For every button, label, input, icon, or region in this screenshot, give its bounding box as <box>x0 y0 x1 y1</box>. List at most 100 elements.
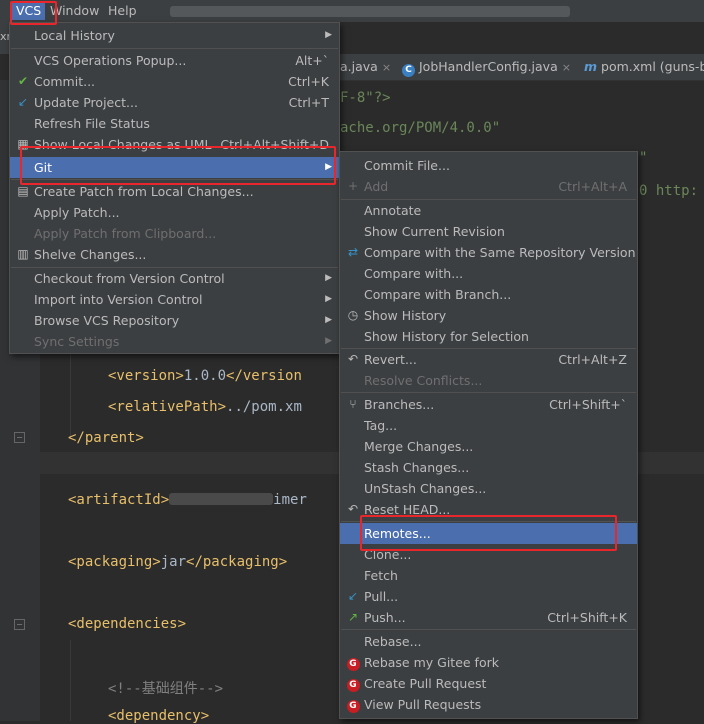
vcs-menu: Local History ▶ VCS Operations Popup... Al… <box>9 22 340 354</box>
menu-item-label: Push... <box>364 610 406 625</box>
shelve-icon: ▥ <box>17 247 29 261</box>
menu-item-label: Refresh File Status <box>34 116 150 131</box>
indent-guide <box>70 640 71 721</box>
menu-item-shelve-changes[interactable]: ▥ Shelve Changes... <box>10 244 339 265</box>
xml-text: imer <box>273 492 307 508</box>
menu-help[interactable]: Help <box>104 2 141 20</box>
menu-item-apply-patch[interactable]: Apply Patch... <box>10 202 339 223</box>
shortcut-label: Ctrl+Shift+` <box>549 397 627 412</box>
menu-item-commit[interactable]: ✔ Commit... Ctrl+K <box>10 71 339 92</box>
tab-java-partial[interactable]: a.java × <box>340 54 391 80</box>
close-icon[interactable]: × <box>562 61 571 74</box>
menu-item-label: Revert... <box>364 352 417 367</box>
menu-item-label: Create Pull Request <box>364 676 487 691</box>
menu-item-rebase-gitee-fork[interactable]: G Rebase my Gitee fork <box>340 652 637 673</box>
menu-item-label: Import into Version Control <box>34 292 203 307</box>
shortcut-label: Ctrl+K <box>288 74 329 89</box>
highlight-box-git <box>20 146 336 185</box>
indent-guide <box>70 350 71 438</box>
menu-item-vcs-operations-popup[interactable]: VCS Operations Popup... Alt+` <box>10 50 339 71</box>
menu-item-label: Rebase... <box>364 634 422 649</box>
menu-item-label: Tag... <box>364 418 398 433</box>
menu-item-rebase[interactable]: Rebase... <box>340 631 637 652</box>
menu-item-label: Show History <box>364 308 447 323</box>
menu-item-show-history[interactable]: ◷ Show History <box>340 305 637 326</box>
fold-marker-icon[interactable]: − <box>14 432 25 443</box>
menu-item-create-pull-request[interactable]: G Create Pull Request <box>340 673 637 694</box>
tab-label: pom.xml (guns-ba <box>601 59 704 74</box>
menu-item-compare-with[interactable]: Compare with... <box>340 263 637 284</box>
menu-item-view-pull-requests[interactable]: G View Pull Requests <box>340 694 637 715</box>
xml-tag: <relativePath> <box>108 399 227 415</box>
menu-item-label: Shelve Changes... <box>34 247 147 262</box>
menu-item-label: Browse VCS Repository <box>34 313 180 328</box>
blurred-title <box>170 6 570 17</box>
menu-separator <box>11 48 338 49</box>
plus-icon: + <box>347 179 359 193</box>
menu-item-stash-changes[interactable]: Stash Changes... <box>340 457 637 478</box>
menu-item-label: Add <box>364 179 389 194</box>
tab-pom-xml[interactable]: m pom.xml (guns-ba <box>584 54 704 80</box>
menu-item-import[interactable]: Import into Version Control ▶ <box>10 289 339 310</box>
menu-item-compare-with-branch[interactable]: Compare with Branch... <box>340 284 637 305</box>
push-arrow-icon: ↗ <box>347 610 359 624</box>
submenu-arrow-icon: ▶ <box>325 336 332 346</box>
menu-separator <box>341 392 636 393</box>
submenu-arrow-icon: ▶ <box>325 273 332 283</box>
menu-item-fetch[interactable]: Fetch <box>340 565 637 586</box>
menu-item-push[interactable]: ↗ Push... Ctrl+Shift+K <box>340 607 637 628</box>
menu-item-apply-patch-clipboard[interactable]: Apply Patch from Clipboard... <box>10 223 339 244</box>
compare-arrows-icon: ⇄ <box>347 245 359 259</box>
menu-item-label: Show Current Revision <box>364 224 505 239</box>
menu-item-update-project[interactable]: ↙ Update Project... Ctrl+T <box>10 92 339 113</box>
tab-jobhandlerconfig[interactable]: C JobHandlerConfig.java × <box>402 54 571 80</box>
menu-item-revert[interactable]: ↶ Revert... Ctrl+Alt+Z <box>340 349 637 370</box>
highlight-box-vcs <box>10 1 57 25</box>
code-line-version: <version>1.0.0</version <box>108 368 302 384</box>
menu-item-compare-same-repo[interactable]: ⇄ Compare with the Same Repository Versio… <box>340 242 637 263</box>
menu-item-label: Rebase my Gitee fork <box>364 655 499 670</box>
menu-item-label: Apply Patch... <box>34 205 120 220</box>
submenu-arrow-icon: ▶ <box>325 294 332 304</box>
code-line-relativepath: <relativePath>../pom.xm <box>108 399 302 415</box>
code-fragment: 0 http: <box>639 183 699 199</box>
menu-item-checkout[interactable]: Checkout from Version Control ▶ <box>10 268 339 289</box>
menu-item-add[interactable]: + Add Ctrl+Alt+A <box>340 176 637 197</box>
close-icon[interactable]: × <box>382 61 391 74</box>
menu-item-pull[interactable]: ↙ Pull... <box>340 586 637 607</box>
menu-item-unstash-changes[interactable]: UnStash Changes... <box>340 478 637 499</box>
menu-item-show-history-selection[interactable]: Show History for Selection <box>340 326 637 347</box>
clock-icon: ◷ <box>347 308 359 322</box>
fold-marker-icon[interactable]: − <box>14 619 25 630</box>
highlight-box-remotes <box>360 515 617 551</box>
menu-item-label: Commit... <box>34 74 96 89</box>
menu-item-refresh-file-status[interactable]: Refresh File Status <box>10 113 339 134</box>
menu-item-tag[interactable]: Tag... <box>340 415 637 436</box>
menu-item-label: View Pull Requests <box>364 697 482 712</box>
menu-item-label: VCS Operations Popup... <box>34 53 187 68</box>
code-fragment: " <box>639 150 648 166</box>
xml-tag: <dependencies> <box>68 616 187 632</box>
menu-item-resolve-conflicts[interactable]: Resolve Conflicts... <box>340 370 637 391</box>
menu-item-show-current-revision[interactable]: Show Current Revision <box>340 221 637 242</box>
menu-separator <box>341 629 636 630</box>
menu-item-sync-settings[interactable]: Sync Settings ▶ <box>10 331 339 352</box>
menu-item-commit-file[interactable]: Commit File... <box>340 155 637 176</box>
menu-item-annotate[interactable]: Annotate <box>340 200 637 221</box>
menu-item-label: Pull... <box>364 589 399 604</box>
shortcut-label: Ctrl+Shift+K <box>547 610 627 625</box>
menu-item-label: Apply Patch from Clipboard... <box>34 226 217 241</box>
menu-item-local-history[interactable]: Local History ▶ <box>10 25 339 46</box>
submenu-arrow-icon: ▶ <box>325 30 332 40</box>
maven-icon: m <box>584 59 598 74</box>
menu-item-browse-vcs-repository[interactable]: Browse VCS Repository ▶ <box>10 310 339 331</box>
menu-item-merge-changes[interactable]: Merge Changes... <box>340 436 637 457</box>
xml-tag: </parent> <box>68 430 144 446</box>
menu-item-label: UnStash Changes... <box>364 481 487 496</box>
menu-item-label: Update Project... <box>34 95 138 110</box>
menu-item-branches[interactable]: ⑂ Branches... Ctrl+Shift+` <box>340 394 637 415</box>
menu-bar: VCS Window Help <box>0 0 704 22</box>
gitee-icon: G <box>346 700 360 713</box>
update-arrow-icon: ↙ <box>17 95 29 109</box>
menu-item-label: Merge Changes... <box>364 439 474 454</box>
